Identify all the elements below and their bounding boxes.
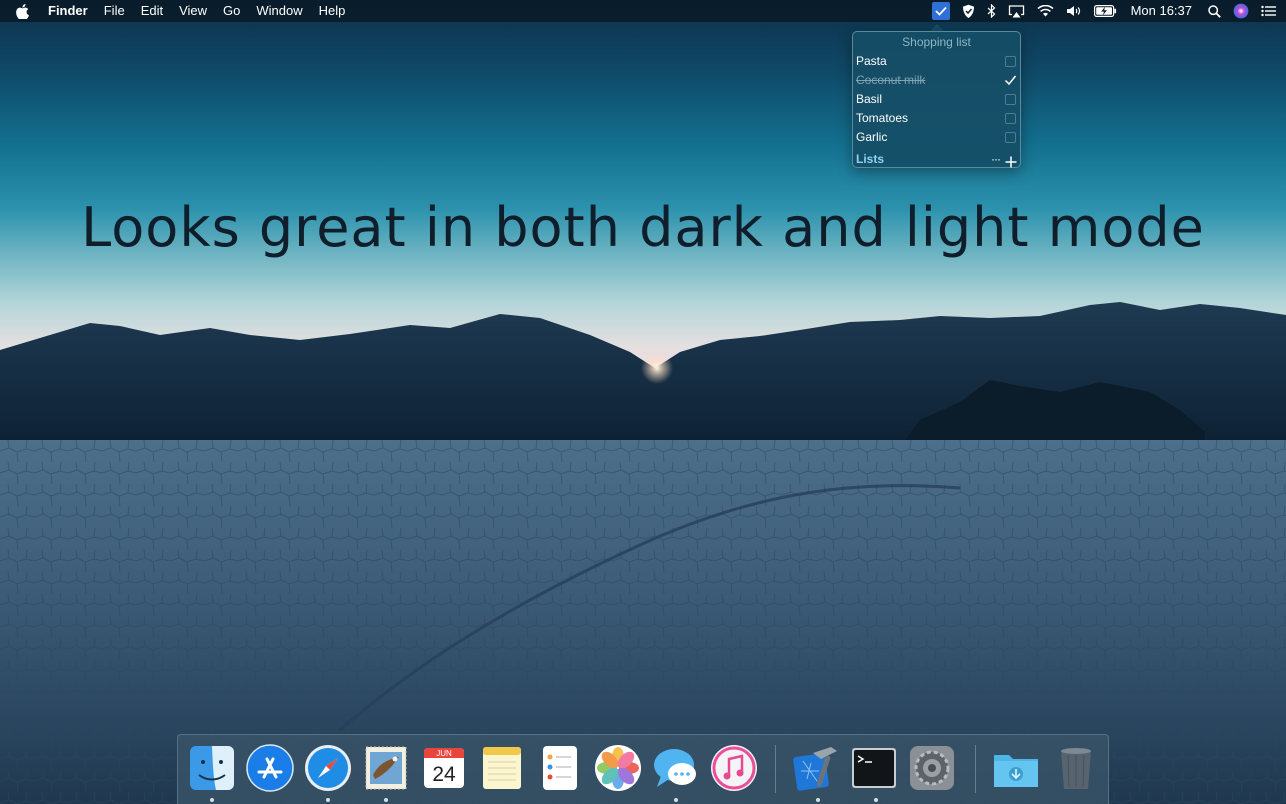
itunes-icon[interactable]	[709, 743, 759, 793]
lists-link[interactable]: Lists	[856, 152, 884, 166]
shopping-list-popover: Shopping list Pasta Coconut milk Basil T…	[852, 31, 1021, 168]
terminal-icon[interactable]	[849, 743, 899, 793]
messages-icon[interactable]	[651, 743, 701, 793]
add-item-icon[interactable]	[1005, 153, 1017, 168]
wifi-icon[interactable]	[1037, 0, 1054, 22]
item-checkbox[interactable]	[1005, 113, 1016, 124]
popover-footer: Lists ···	[853, 148, 1020, 170]
notification-center-icon[interactable]	[1261, 0, 1276, 22]
menu-window[interactable]: Window	[256, 0, 302, 22]
running-indicator	[384, 798, 388, 802]
wallpaper-landscape	[0, 302, 1286, 804]
dock-separator	[975, 745, 976, 793]
calendar-day: 24	[432, 763, 456, 786]
calendar-icon[interactable]: JUN 24	[419, 743, 469, 793]
siri-icon[interactable]	[1233, 0, 1249, 22]
list-item[interactable]: Tomatoes	[853, 109, 1020, 128]
more-options-icon[interactable]: ···	[991, 148, 1001, 170]
battery-charging-icon[interactable]	[1093, 0, 1117, 22]
system-preferences-icon[interactable]	[907, 743, 957, 793]
list-item[interactable]: Coconut milk	[853, 71, 1020, 90]
headline: Looks great in both dark and light mode	[81, 196, 1205, 259]
bluetooth-icon[interactable]	[987, 0, 996, 22]
running-indicator	[210, 798, 214, 802]
list-item[interactable]: Basil	[853, 90, 1020, 109]
downloads-folder-icon[interactable]	[991, 743, 1041, 793]
list-item-label: Coconut milk	[856, 73, 926, 87]
shield-icon[interactable]	[962, 0, 975, 22]
list-item-label: Basil	[856, 92, 883, 106]
item-checkbox[interactable]	[1005, 94, 1016, 105]
dock-separator	[775, 745, 776, 793]
popover-arrow	[930, 24, 944, 31]
list-item-label: Pasta	[856, 54, 887, 68]
spotlight-search-icon[interactable]	[1208, 0, 1221, 22]
running-indicator	[326, 798, 330, 802]
menu-edit[interactable]: Edit	[141, 0, 163, 22]
apple-menu-icon[interactable]	[16, 3, 30, 19]
shopping-list: Pasta Coconut milk Basil Tomatoes Garlic	[853, 52, 1020, 147]
list-item-label: Tomatoes	[856, 111, 909, 125]
menubar-clock[interactable]: Mon 16:37	[1131, 0, 1192, 22]
menu-bar: Finder File Edit View Go Window Help Mon…	[0, 0, 1286, 22]
menu-file[interactable]: File	[104, 0, 125, 22]
list-title: Shopping list	[902, 35, 971, 49]
checkmark-icon	[1004, 75, 1017, 86]
app-store-icon[interactable]	[245, 743, 295, 793]
airplay-icon[interactable]	[1008, 0, 1025, 22]
calendar-month: JUN	[436, 749, 452, 758]
menu-go[interactable]: Go	[223, 0, 240, 22]
list-item[interactable]: Garlic	[853, 128, 1020, 147]
volume-icon[interactable]	[1066, 0, 1082, 22]
notes-icon[interactable]	[477, 743, 527, 793]
photos-icon[interactable]	[593, 743, 643, 793]
dock: JUN 24	[177, 734, 1109, 804]
reminders-icon[interactable]	[535, 743, 585, 793]
trash-icon[interactable]	[1051, 743, 1101, 793]
desktop-wallpaper	[0, 0, 1286, 804]
list-item[interactable]: Pasta	[853, 52, 1020, 71]
running-indicator	[674, 798, 678, 802]
xcode-icon[interactable]	[791, 743, 841, 793]
mail-icon[interactable]	[361, 743, 411, 793]
item-checkbox[interactable]	[1005, 56, 1016, 67]
running-indicator	[874, 798, 878, 802]
menu-app-name[interactable]: Finder	[48, 0, 88, 22]
item-checkbox[interactable]	[1005, 132, 1016, 143]
item-checkbox[interactable]	[1004, 75, 1017, 86]
safari-icon[interactable]	[303, 743, 353, 793]
checklist-icon[interactable]	[931, 2, 950, 20]
running-indicator	[816, 798, 820, 802]
finder-icon[interactable]	[187, 743, 237, 793]
menu-help[interactable]: Help	[319, 0, 346, 22]
list-item-label: Garlic	[856, 130, 888, 144]
menu-view[interactable]: View	[179, 0, 207, 22]
